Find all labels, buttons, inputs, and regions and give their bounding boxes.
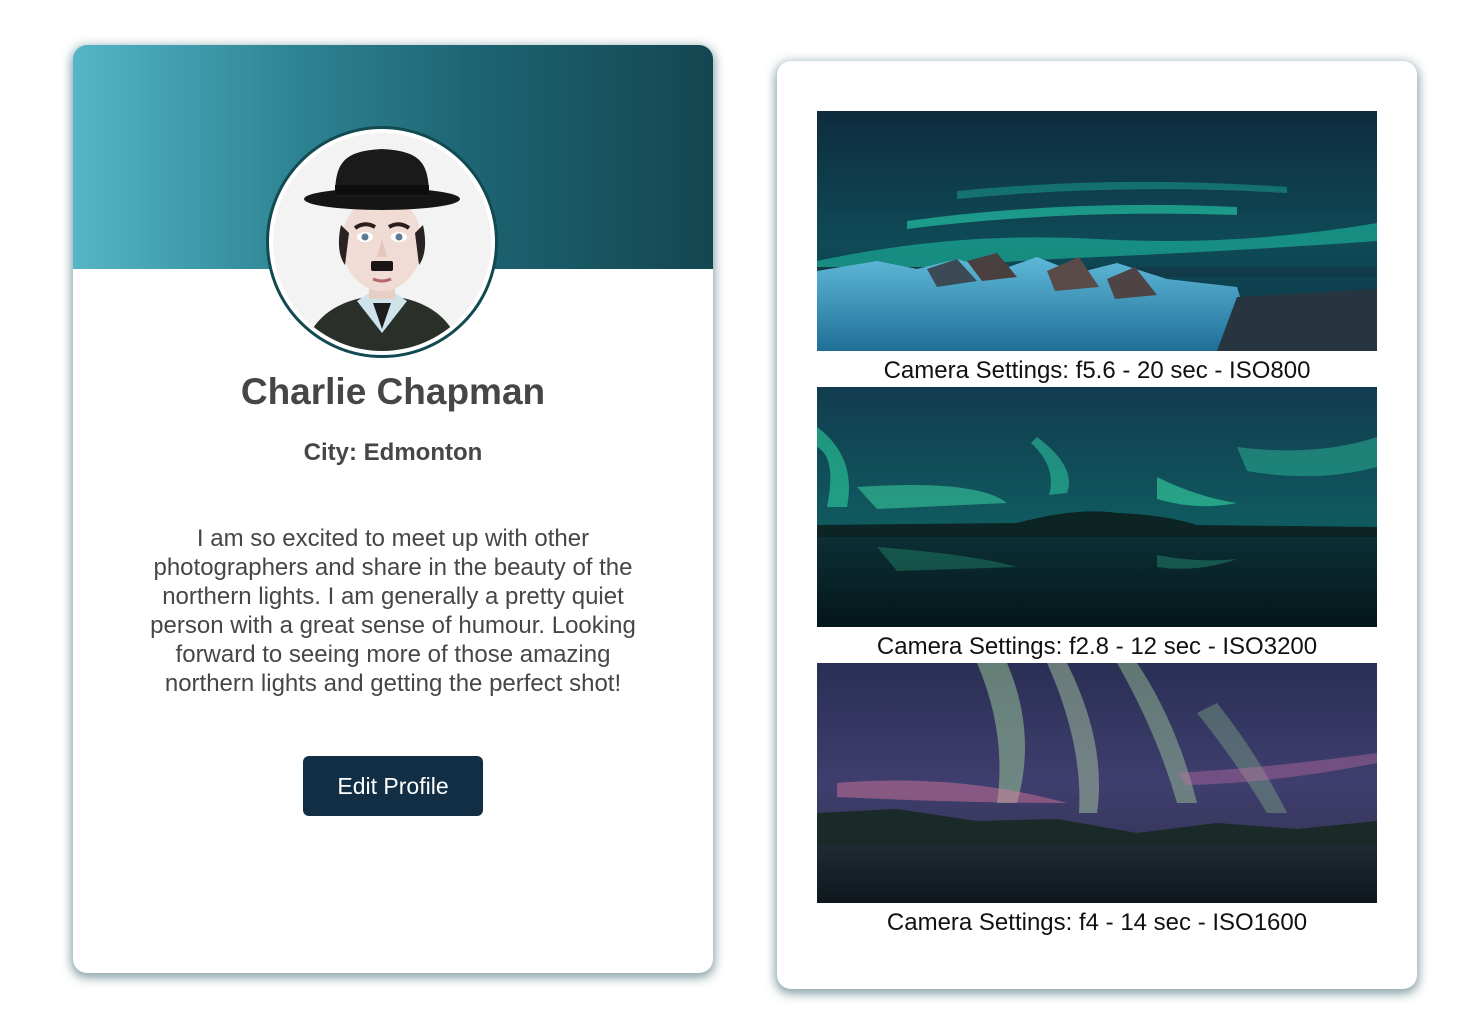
- photo-item: Camera Settings: f4 - 14 sec - ISO1600: [817, 663, 1377, 936]
- photo-caption: Camera Settings: f2.8 - 12 sec - ISO3200: [876, 633, 1318, 660]
- profile-name: Charlie Chapman: [240, 371, 546, 412]
- edit-profile-button[interactable]: Edit Profile: [303, 756, 483, 816]
- avatar: [273, 133, 491, 351]
- aurora-photo: [817, 111, 1377, 351]
- avatar-frame: [266, 126, 498, 358]
- photo-item: Camera Settings: f2.8 - 12 sec - ISO3200: [817, 387, 1377, 660]
- photo-caption: Camera Settings: f4 - 14 sec - ISO1600: [886, 909, 1308, 936]
- photo-item: Camera Settings: f5.6 - 20 sec - ISO800: [817, 111, 1377, 384]
- profile-card: Charlie Chapman City: Edmonton I am so e…: [73, 45, 713, 973]
- aurora-photo: [817, 387, 1377, 627]
- profile-bio: I am so excited to meet up with other ph…: [150, 525, 636, 697]
- aurora-photo: [817, 663, 1377, 903]
- photo-caption: Camera Settings: f5.6 - 20 sec - ISO800: [883, 357, 1311, 384]
- profile-city: City: Edmonton: [303, 439, 483, 466]
- gallery-card: Camera Settings: f5.6 - 20 sec - ISO800: [777, 61, 1417, 989]
